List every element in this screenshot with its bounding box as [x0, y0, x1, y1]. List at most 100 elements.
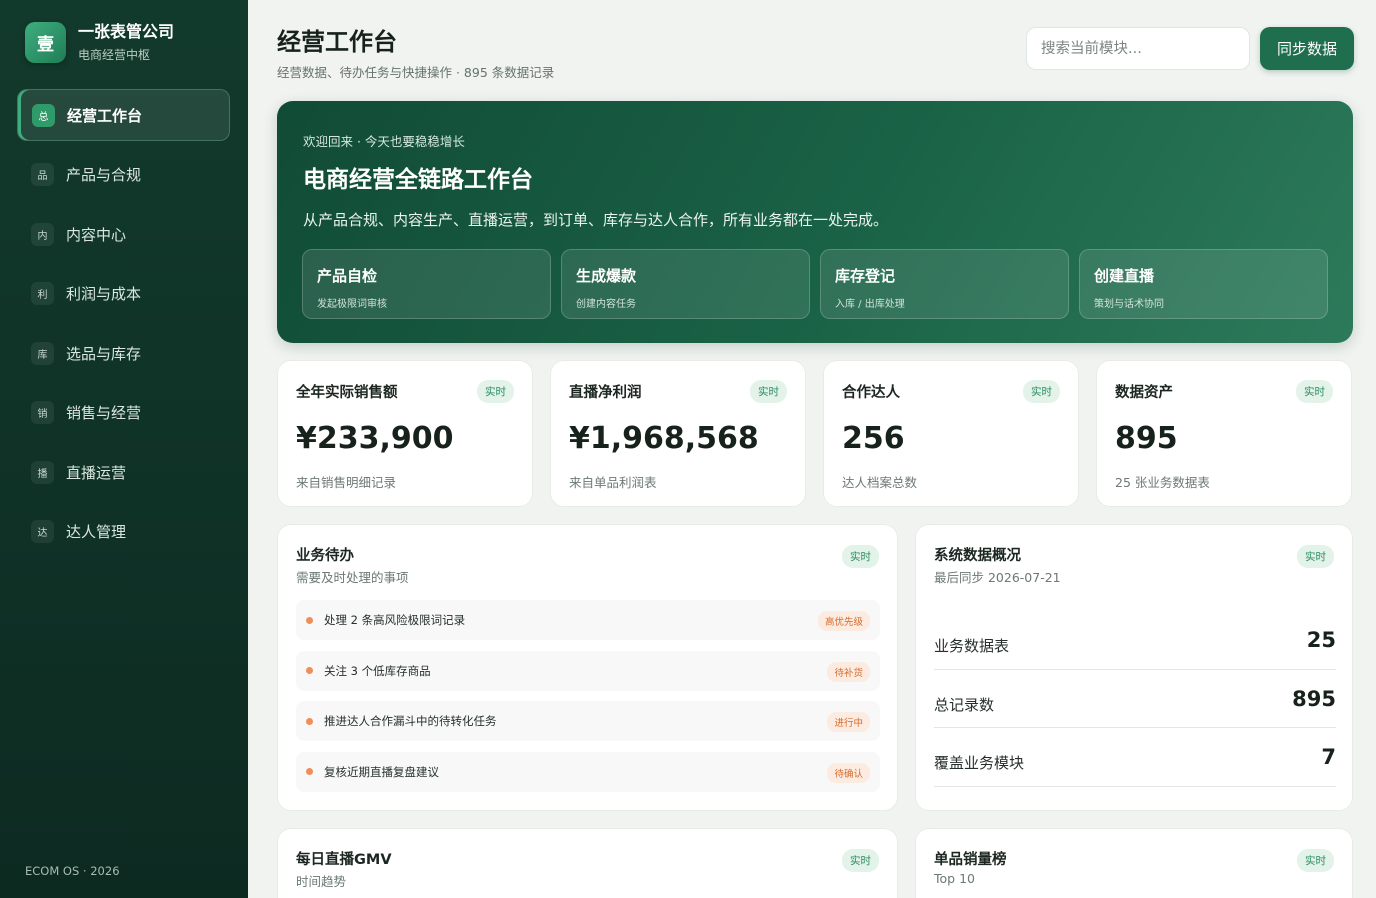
hero-kicker: 欢迎回来 · 今天也要稳稳增长: [303, 134, 465, 149]
system-stat-row: 覆盖业务模块 7: [934, 728, 1336, 787]
livestream-icon: 播: [31, 460, 54, 484]
panel-title: 每日直播GMV: [296, 852, 392, 868]
sidebar-item-inventory[interactable]: 库 选品与库存: [17, 327, 230, 379]
quick-action-subtitle: 策划与话术协同: [1094, 299, 1164, 310]
priority-badge: 待确认: [827, 762, 870, 783]
sidebar-item-livestream[interactable]: 播 直播运营: [17, 446, 230, 498]
sidebar-nav: 总 经营工作台 品 产品与合规 内 内容中心 利 利润与成本 库 选品与库存 销…: [17, 89, 230, 565]
stat-value: 256: [842, 421, 905, 456]
todo-item[interactable]: 处理 2 条高风险极限词记录 高优先级: [296, 600, 880, 640]
stat-value: ¥1,968,568: [569, 421, 759, 456]
sidebar: 壹 一张表管公司 电商经营中枢 总 经营工作台 品 产品与合规 内 内容中心 利…: [0, 0, 248, 898]
inventory-icon: 库: [31, 341, 54, 365]
page-title: 经营工作台: [277, 28, 397, 56]
todo-text: 推进达人合作漏斗中的待转化任务: [324, 714, 497, 728]
todo-item[interactable]: 推进达人合作漏斗中的待转化任务 进行中: [296, 701, 880, 741]
realtime-badge: 实时: [1297, 849, 1334, 872]
system-stats: 业务数据表 25 总记录数 895 覆盖业务模块 7: [934, 611, 1336, 787]
profit-icon: 利: [31, 282, 54, 305]
stat-label: 合作达人: [842, 385, 900, 401]
sidebar-item-influencers[interactable]: 达 达人管理: [17, 506, 230, 558]
stat-card-data-assets[interactable]: 数据资产 实时 895 25 张业务数据表: [1096, 360, 1352, 507]
brand-name: 一张表管公司: [78, 22, 175, 41]
status-dot-icon: [306, 616, 313, 624]
influencers-icon: 达: [31, 520, 54, 543]
priority-badge: 进行中: [827, 712, 870, 732]
status-dot-icon: [306, 717, 313, 725]
daily-gmv-panel: 每日直播GMV 时间趋势 实时: [277, 828, 898, 898]
realtime-badge: 实时: [1296, 380, 1333, 403]
quick-action-product-check[interactable]: 产品自检 发起极限词审核: [302, 249, 551, 319]
status-dot-icon: [306, 667, 313, 674]
brand[interactable]: 壹 一张表管公司 电商经营中枢: [25, 22, 174, 63]
realtime-badge: 实时: [1023, 380, 1060, 403]
sidebar-item-products[interactable]: 品 产品与合规: [17, 149, 230, 201]
last-sync-text: 最后同步 2026-07-21: [934, 570, 1061, 585]
sidebar-item-label: 利润与成本: [66, 285, 142, 303]
realtime-badge: 实时: [842, 545, 879, 568]
panel-title: 系统数据概况: [934, 548, 1021, 564]
sales-ranking-panel: 单品销量榜 Top 10 实时: [915, 828, 1353, 898]
quick-action-title: 库存登记: [835, 267, 896, 285]
system-stat-row: 总记录数 895: [934, 670, 1336, 728]
quick-action-title: 生成爆款: [576, 267, 637, 285]
quick-action-subtitle: 入库 / 出库处理: [835, 299, 905, 310]
system-stat-value: 895: [1292, 686, 1336, 711]
system-stat-label: 业务数据表: [934, 637, 1010, 655]
quick-action-subtitle: 创建内容任务: [576, 299, 636, 310]
realtime-badge: 实时: [477, 380, 514, 403]
sidebar-item-profit[interactable]: 利 利润与成本: [17, 268, 230, 320]
sidebar-item-label: 达人管理: [66, 523, 127, 541]
system-stat-label: 覆盖业务模块: [934, 754, 1025, 772]
panel-subtitle: 时间趋势: [296, 874, 347, 889]
stat-value: 895: [1115, 421, 1178, 456]
quick-actions: 产品自检 发起极限词审核 生成爆款 创建内容任务 库存登记 入库 / 出库处理 …: [302, 249, 1328, 319]
realtime-badge: 实时: [750, 380, 787, 403]
priority-badge: 待补货: [827, 661, 870, 682]
quick-action-title: 创建直播: [1094, 267, 1155, 285]
todo-item[interactable]: 复核近期直播复盘建议 待确认: [296, 751, 880, 792]
panel-subtitle: Top 10: [934, 871, 975, 886]
stat-note: 来自单品利润表: [569, 475, 657, 490]
quick-action-title: 产品自检: [317, 267, 378, 285]
quick-action-create-livestream[interactable]: 创建直播 策划与话术协同: [1079, 249, 1328, 319]
priority-badge: 高优先级: [817, 611, 870, 631]
stat-card-influencers[interactable]: 合作达人 实时 256 达人档案总数: [823, 360, 1079, 507]
system-stat-value: 25: [1306, 628, 1336, 652]
brand-logo: 壹: [25, 22, 66, 63]
panel-title: 单品销量榜: [934, 852, 1007, 868]
quick-action-generate-content[interactable]: 生成爆款 创建内容任务: [561, 249, 810, 319]
quick-action-subtitle: 发起极限词审核: [317, 299, 387, 310]
sidebar-item-dashboard[interactable]: 总 经营工作台: [17, 89, 230, 141]
content-icon: 内: [31, 222, 54, 246]
todo-item[interactable]: 关注 3 个低库存商品 待补货: [296, 650, 880, 691]
realtime-badge: 实时: [842, 849, 879, 872]
sync-data-button[interactable]: 同步数据: [1260, 27, 1354, 70]
system-stat-label: 总记录数: [934, 695, 995, 714]
stat-label: 直播净利润: [569, 385, 642, 401]
hero-banner: 欢迎回来 · 今天也要稳稳增长 电商经营全链路工作台 从产品合规、内容生产、直播…: [277, 101, 1353, 343]
search-input[interactable]: [1026, 27, 1250, 70]
stat-card-annual-sales[interactable]: 全年实际销售额 实时 ¥233,900 来自销售明细记录: [277, 360, 533, 507]
system-stat-row: 业务数据表 25: [934, 611, 1336, 670]
panel-subtitle: 需要及时处理的事项: [296, 570, 409, 585]
sidebar-item-label: 直播运营: [66, 463, 127, 482]
todo-text: 处理 2 条高风险极限词记录: [324, 613, 466, 627]
sidebar-item-label: 内容中心: [66, 225, 127, 244]
brand-subtitle: 电商经营中枢: [78, 48, 151, 62]
stat-cards: 全年实际销售额 实时 ¥233,900 来自销售明细记录 直播净利润 实时 ¥1…: [277, 360, 1352, 507]
sidebar-item-content[interactable]: 内 内容中心: [17, 208, 230, 260]
products-icon: 品: [31, 163, 54, 186]
panel-title: 业务待办: [296, 548, 354, 564]
realtime-badge: 实时: [1297, 545, 1334, 568]
system-stat-value: 7: [1321, 745, 1336, 769]
quick-action-inventory[interactable]: 库存登记 入库 / 出库处理: [820, 249, 1069, 319]
stat-note: 25 张业务数据表: [1115, 475, 1210, 490]
stat-card-live-profit[interactable]: 直播净利润 实时 ¥1,968,568 来自单品利润表: [550, 360, 806, 507]
dashboard-icon: 总: [32, 103, 55, 127]
page-subtitle: 经营数据、待办任务与快捷操作 · 895 条数据记录: [277, 65, 555, 80]
sidebar-footer: ECOM OS · 2026: [25, 864, 120, 878]
sidebar-item-label: 选品与库存: [66, 344, 142, 363]
todo-panel: 业务待办 需要及时处理的事项 实时 处理 2 条高风险极限词记录 高优先级 关注…: [277, 524, 898, 811]
sidebar-item-sales[interactable]: 销 销售与经营: [17, 387, 230, 439]
